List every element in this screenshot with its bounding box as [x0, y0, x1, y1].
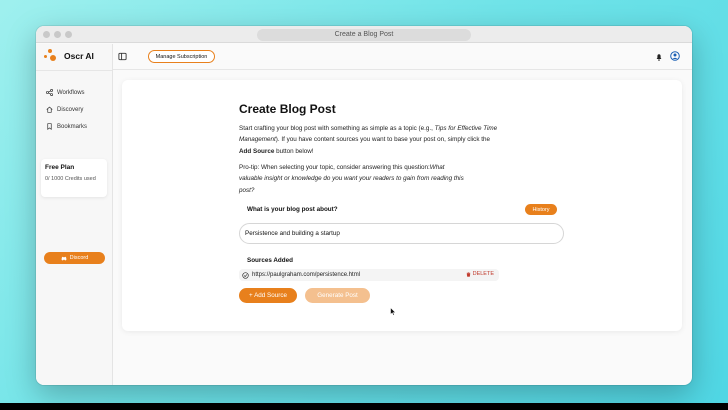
sidebar-item-discovery[interactable]: Discovery	[46, 101, 87, 118]
delete-source-button[interactable]: DELETE	[466, 271, 494, 277]
sidebar-nav: Workflows Discovery Bookmarks	[46, 84, 87, 135]
sidebar-item-label: Workflows	[57, 89, 85, 96]
top-bar: Manage Subscription	[113, 44, 692, 70]
topic-input[interactable]	[239, 223, 564, 244]
window-controls	[43, 31, 72, 38]
sidebar: Oscr AI Workflows Discovery Bookmarks Fr…	[36, 44, 113, 385]
intro-text: Start crafting your blog post with somet…	[239, 125, 498, 155]
sidebar-item-bookmarks[interactable]: Bookmarks	[46, 118, 87, 135]
topic-question-label: What is your blog post about?	[247, 206, 338, 213]
main-card: Create Blog Post Start crafting your blo…	[122, 80, 682, 331]
source-item: https://paulgraham.com/persistence.html …	[239, 269, 499, 281]
minimize-window-button[interactable]	[54, 31, 61, 38]
trash-icon	[466, 271, 470, 277]
source-url[interactable]: https://paulgraham.com/persistence.html	[252, 272, 360, 278]
app-body: Oscr AI Workflows Discovery Bookmarks Fr…	[36, 44, 692, 385]
sidebar-item-label: Bookmarks	[57, 123, 88, 130]
discord-label: Discord	[69, 255, 89, 261]
page-title: Create Blog Post	[239, 102, 336, 116]
add-source-button[interactable]: + Add Source	[239, 288, 297, 303]
manage-subscription-button[interactable]: Manage Subscription	[148, 50, 215, 63]
sidebar-item-label: Discovery	[57, 106, 84, 113]
discord-button[interactable]: Discord	[44, 252, 105, 264]
maximize-window-button[interactable]	[65, 31, 72, 38]
history-button[interactable]: History	[525, 204, 557, 215]
credits-used: 0/ 1000 Credits used	[45, 176, 96, 182]
close-window-button[interactable]	[43, 31, 50, 38]
check-circle-icon	[242, 271, 249, 279]
delete-label: DELETE	[472, 271, 494, 277]
plan-title: Free Plan	[45, 164, 75, 171]
sidebar-toggle-icon[interactable]	[118, 52, 127, 61]
divider	[36, 70, 112, 71]
discord-icon	[61, 256, 67, 260]
workflow-icon	[46, 89, 53, 96]
plan-card: Free Plan 0/ 1000 Credits used	[41, 159, 107, 197]
window-title: Create a Blog Post	[257, 29, 471, 41]
title-bar: Create a Blog Post	[36, 26, 692, 43]
mouse-cursor-icon	[390, 307, 396, 316]
logo-icon	[44, 49, 58, 63]
bookmark-icon	[47, 123, 52, 130]
app-window: Create a Blog Post Oscr AI Workflows Dis…	[36, 26, 692, 385]
bell-icon[interactable]	[655, 53, 663, 61]
protip-text: Pro-tip: When selecting your topic, cons…	[239, 164, 464, 194]
brand[interactable]: Oscr AI	[44, 49, 94, 63]
home-icon	[46, 106, 53, 113]
sources-heading: Sources Added	[247, 257, 293, 264]
generate-post-button[interactable]: Generate Post	[305, 288, 370, 303]
user-avatar-icon[interactable]	[670, 51, 680, 61]
sidebar-item-workflows[interactable]: Workflows	[46, 84, 87, 101]
brand-name: Oscr AI	[64, 51, 94, 61]
bottom-bar	[0, 403, 728, 410]
